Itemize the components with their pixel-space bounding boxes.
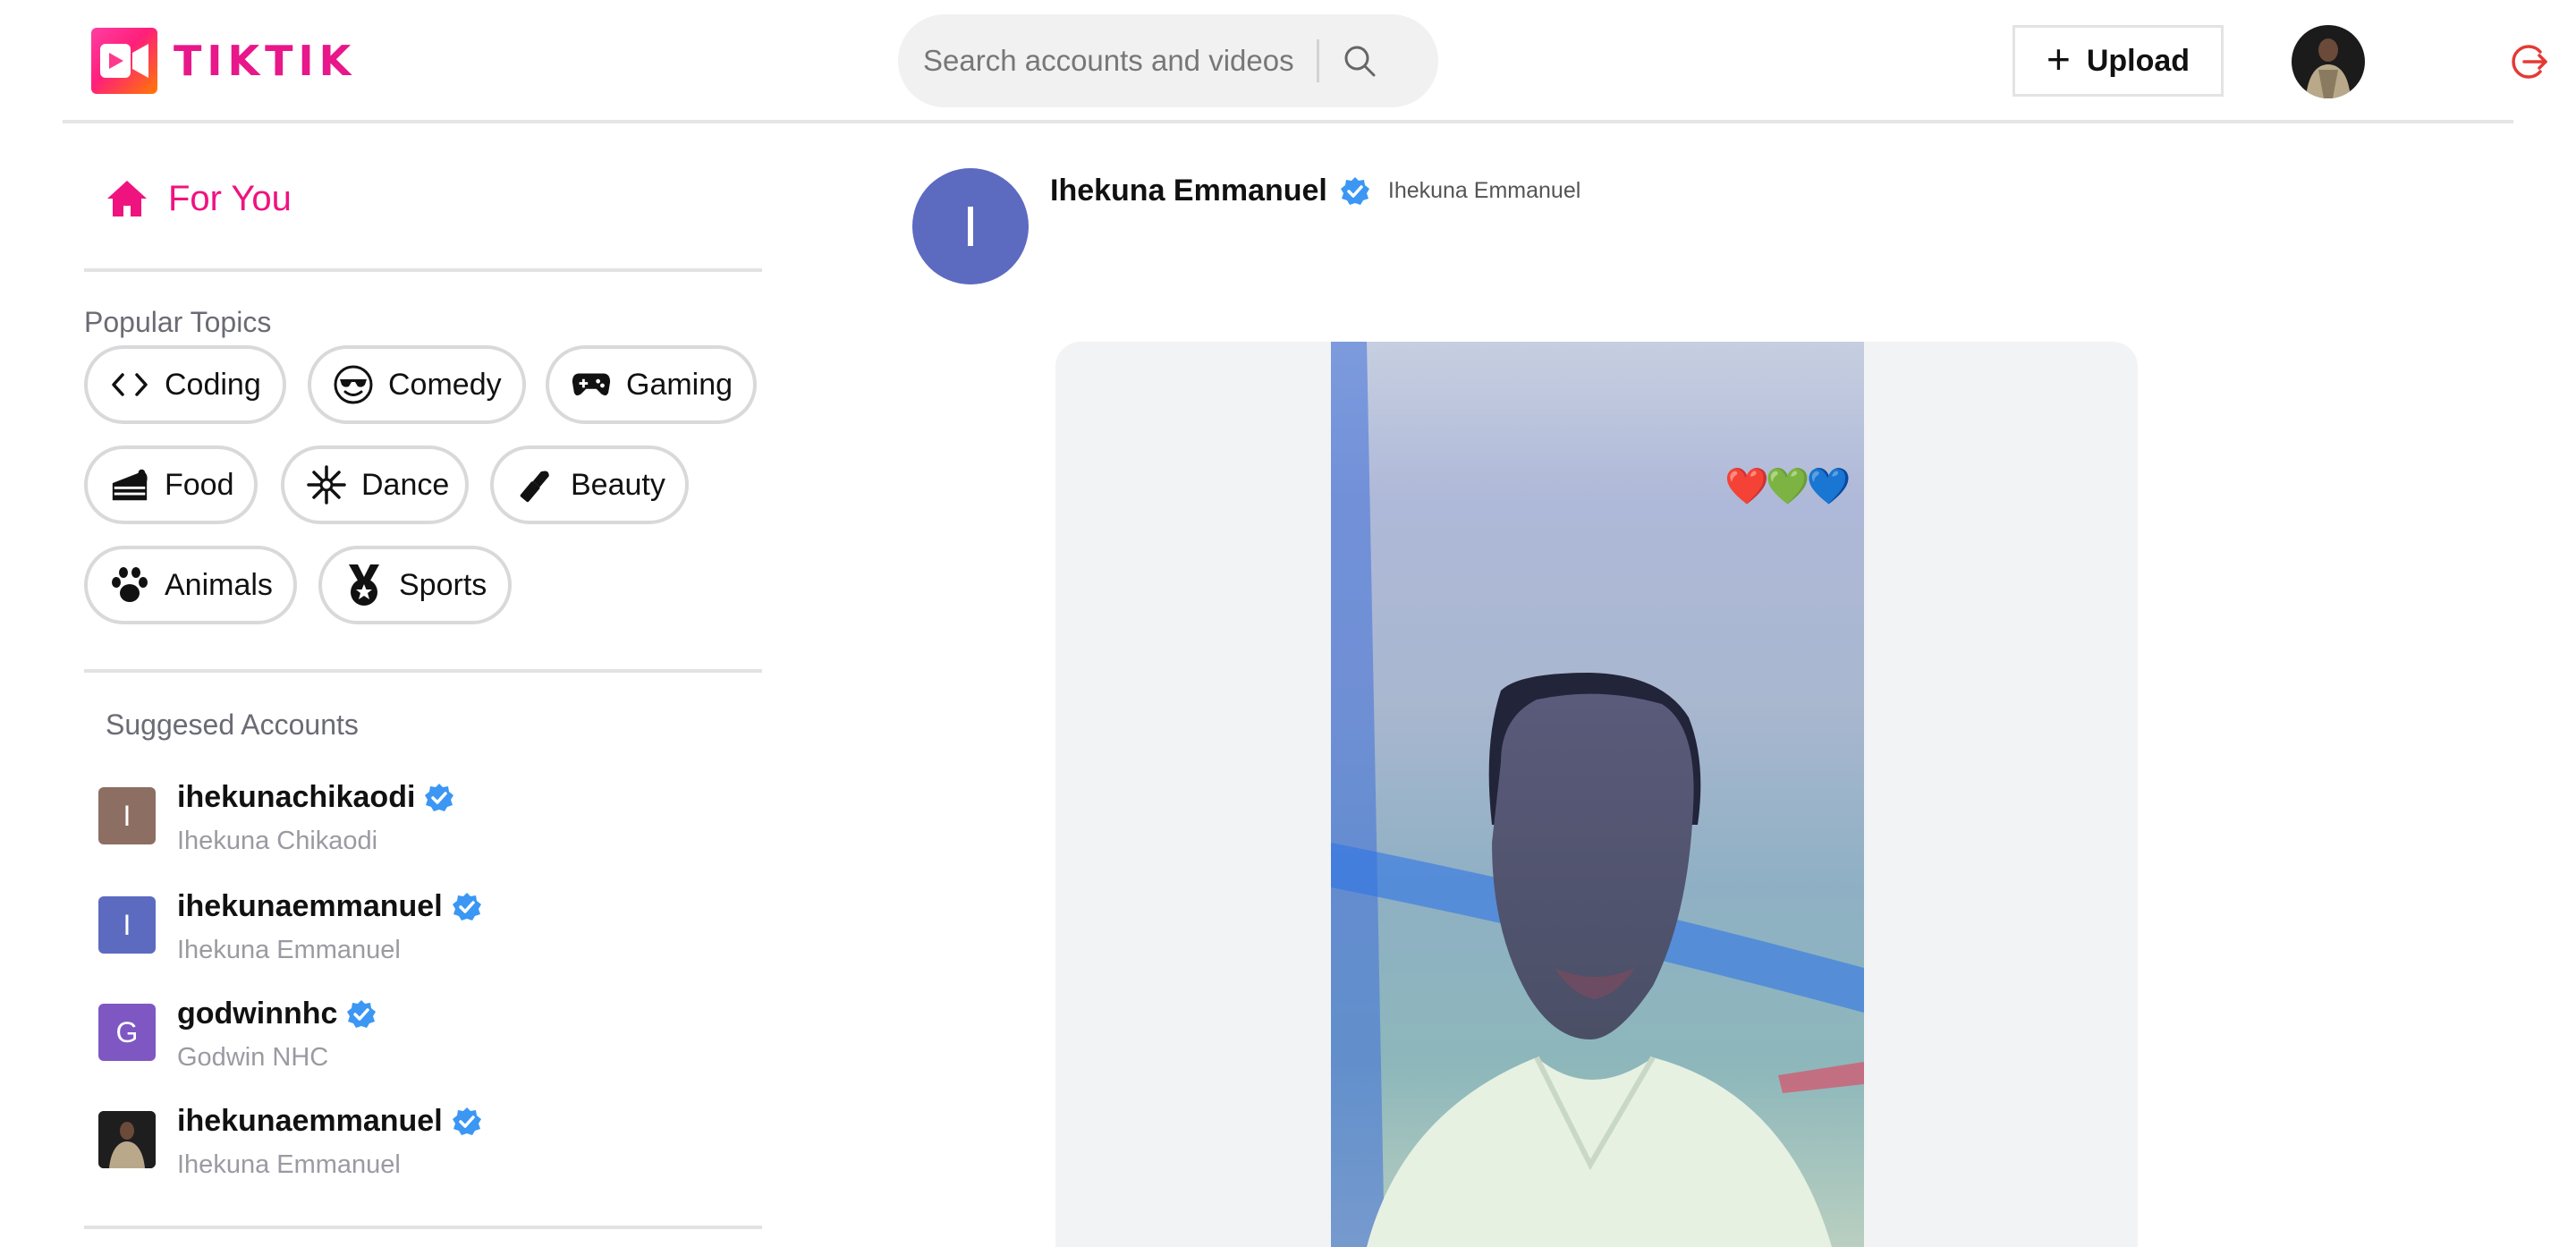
suggested-account[interactable]: I ihekunachikaodi Ihekuna Chikaodi [98,780,724,866]
verified-badge-icon [452,892,481,920]
user-photo [2292,25,2365,98]
logout-icon [2512,45,2547,79]
account-username: ihekunaemmanuel [177,1104,482,1139]
account-username-text: ihekunaemmanuel [177,889,443,923]
medal-icon [343,564,385,606]
verified-badge-icon [347,999,377,1028]
account-username-text: ihekunaemmanuel [177,1104,443,1138]
post-author-username: Ihekuna Emmanuel [1387,178,1581,203]
plus-icon: + [2046,36,2071,82]
account-username: ihekunaemmanuel [177,889,482,924]
account-username-text: ihekunachikaodi [177,780,416,814]
topic-label: Dance [361,467,450,502]
post-author-avatar[interactable]: I [912,168,1029,284]
topic-chip-comedy[interactable]: Comedy [308,345,526,424]
dance-burst-icon [306,464,347,505]
brand-name: TIKTIK [174,37,357,85]
cake-icon [109,464,150,505]
post-author[interactable]: Ihekuna Emmanuel Ihekuna Emmanuel [1050,174,1580,208]
suggested-account[interactable]: I ihekunaemmanuel Ihekuna Emmanuel [98,889,724,975]
video-overlay-emoji: ❤️💚💙 [1724,466,1851,507]
sidebar-divider [84,1226,762,1229]
home-icon [107,181,147,216]
topic-chip-food[interactable]: Food [84,445,258,524]
topic-label: Sports [399,567,487,602]
for-you-label: For You [168,178,292,218]
verified-badge-icon [1340,176,1369,205]
user-avatar[interactable] [2292,25,2365,98]
suggested-account[interactable]: G godwinnhc Godwin NHC [98,997,724,1082]
account-display-name: Godwin NHC [177,1043,329,1072]
search-bar [898,14,1438,107]
logout-button[interactable] [2506,39,2551,84]
account-photo-avatar [98,1111,156,1168]
verified-badge-icon [425,783,454,811]
search-icon [1344,46,1376,77]
account-username-text: godwinnhc [177,997,338,1031]
popular-topics-heading: Popular Topics [84,306,272,338]
sidebar-divider [84,669,762,673]
sidebar-item-for-you[interactable]: For You [106,170,292,227]
cool-face-icon [333,364,374,405]
topic-chip-animals[interactable]: Animals [84,546,297,624]
verified-badge-icon [452,1107,481,1135]
account-username: godwinnhc [177,997,377,1031]
sidebar-divider [84,268,762,272]
upload-label: Upload [2086,43,2190,78]
topic-label: Coding [165,367,261,402]
account-avatar: G [98,1004,156,1061]
topic-chip-dance[interactable]: Dance [281,445,469,524]
account-display-name: Ihekuna Emmanuel [177,1150,401,1179]
video-player[interactable]: ❤️💚💙 [1331,342,1864,1247]
search-input[interactable] [923,34,1317,88]
sidebar: For You Popular Topics Coding Comedy Gam… [84,127,764,1247]
search-button[interactable] [1319,14,1400,107]
account-avatar: I [98,896,156,954]
logo-video-icon [91,28,157,94]
video-card: ❤️💚💙 [1055,342,2138,1247]
suggested-accounts-heading: Suggesed Accounts [106,708,359,741]
topic-label: Comedy [388,367,502,402]
lipstick-icon [515,464,556,505]
code-icon [109,364,150,405]
account-avatar: I [98,787,156,844]
navbar: TIKTIK + Upload [63,0,2547,123]
topic-label: Animals [165,567,273,602]
logo[interactable]: TIKTIK [91,27,356,95]
account-display-name: Ihekuna Emmanuel [177,936,401,964]
upload-button[interactable]: + Upload [2012,25,2224,97]
suggested-account[interactable]: ihekunaemmanuel Ihekuna Emmanuel [98,1104,724,1190]
topic-chip-beauty[interactable]: Beauty [490,445,689,524]
topic-chip-coding[interactable]: Coding [84,345,286,424]
gamepad-icon [571,364,612,405]
topic-label: Beauty [571,467,665,502]
account-display-name: Ihekuna Chikaodi [177,827,378,855]
topic-chip-gaming[interactable]: Gaming [546,345,757,424]
paw-icon [109,564,150,606]
account-username: ihekunachikaodi [177,780,454,815]
topic-chip-sports[interactable]: Sports [318,546,512,624]
post-author-name: Ihekuna Emmanuel [1050,174,1327,208]
topic-label: Gaming [626,367,733,402]
topic-label: Food [165,467,234,502]
